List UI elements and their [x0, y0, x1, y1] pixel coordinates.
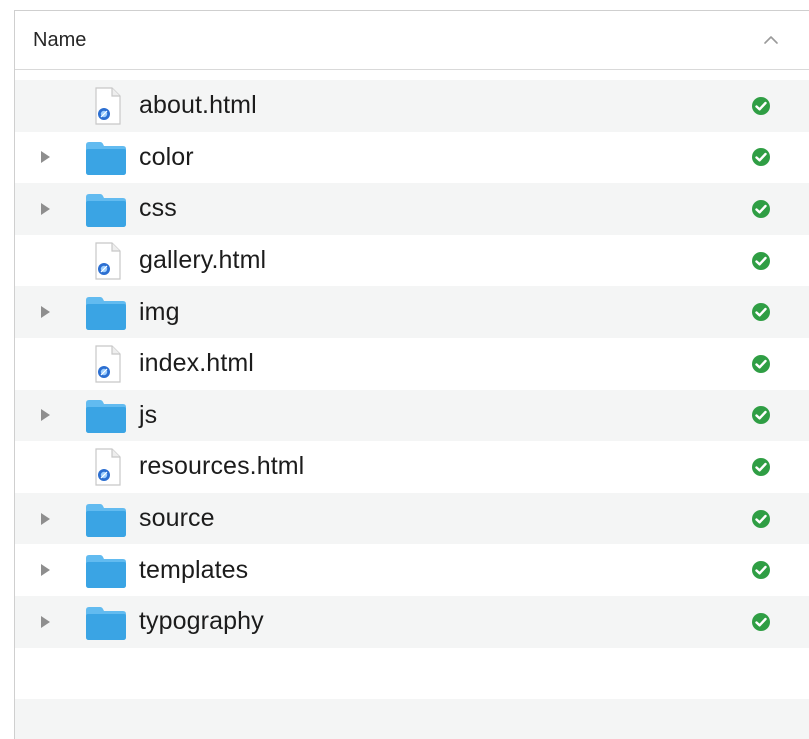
- synced-check-icon: [751, 457, 771, 477]
- disclosure-triangle-icon[interactable]: [37, 149, 53, 165]
- folder-icon: [84, 292, 128, 332]
- synced-check-icon: [751, 354, 771, 374]
- list-item[interactable]: templates: [15, 544, 809, 596]
- disclosure-triangle-icon[interactable]: [37, 614, 53, 630]
- html-file-icon: [84, 447, 128, 487]
- synced-check-icon: [751, 199, 771, 219]
- item-name: about.html: [139, 91, 257, 120]
- disclosure-triangle-icon[interactable]: [37, 562, 53, 578]
- empty-row: [15, 648, 809, 700]
- list-item[interactable]: gallery.html: [15, 235, 809, 287]
- folder-icon: [84, 189, 128, 229]
- synced-check-icon: [751, 147, 771, 167]
- disclosure-triangle-icon[interactable]: [37, 304, 53, 320]
- item-name: img: [139, 297, 180, 326]
- item-name: js: [139, 400, 158, 429]
- list-item[interactable]: typography: [15, 595, 809, 648]
- html-file-icon: [84, 241, 128, 281]
- item-name: source: [139, 504, 215, 533]
- synced-check-icon: [751, 405, 771, 425]
- list-item[interactable]: index.html: [15, 338, 809, 390]
- column-header-label: Name: [33, 28, 87, 51]
- item-name: css: [139, 194, 177, 223]
- chevron-up-icon[interactable]: [756, 25, 786, 55]
- item-name: gallery.html: [139, 246, 267, 275]
- list-item[interactable]: color: [15, 132, 809, 184]
- synced-check-icon: [751, 302, 771, 322]
- folder-icon: [84, 395, 128, 435]
- list-item[interactable]: img: [15, 286, 809, 338]
- folder-icon: [84, 499, 128, 539]
- file-list: about.html color css gallery.html img in…: [15, 80, 809, 739]
- empty-row: [15, 699, 809, 739]
- item-name: color: [139, 142, 194, 171]
- folder-icon: [84, 137, 128, 177]
- list-item[interactable]: css: [15, 183, 809, 235]
- list-item[interactable]: resources.html: [15, 441, 809, 493]
- list-item[interactable]: source: [15, 492, 809, 545]
- synced-check-icon: [751, 251, 771, 271]
- synced-check-icon: [751, 560, 771, 580]
- disclosure-triangle-icon[interactable]: [37, 201, 53, 217]
- html-file-icon: [84, 344, 128, 384]
- list-item[interactable]: about.html: [15, 80, 809, 132]
- item-name: resources.html: [139, 452, 305, 481]
- synced-check-icon: [751, 612, 771, 632]
- item-name: typography: [139, 607, 264, 636]
- list-item[interactable]: js: [15, 389, 809, 442]
- html-file-icon: [84, 86, 128, 126]
- synced-check-icon: [751, 509, 771, 529]
- item-name: index.html: [139, 349, 254, 378]
- folder-icon: [84, 602, 128, 642]
- file-list-window: Name about.html color css gallery.html i…: [14, 10, 809, 739]
- synced-check-icon: [751, 96, 771, 116]
- disclosure-triangle-icon[interactable]: [37, 407, 53, 423]
- disclosure-triangle-icon[interactable]: [37, 511, 53, 527]
- folder-icon: [84, 550, 128, 590]
- item-name: templates: [139, 555, 249, 584]
- name-column-header[interactable]: Name: [15, 11, 809, 70]
